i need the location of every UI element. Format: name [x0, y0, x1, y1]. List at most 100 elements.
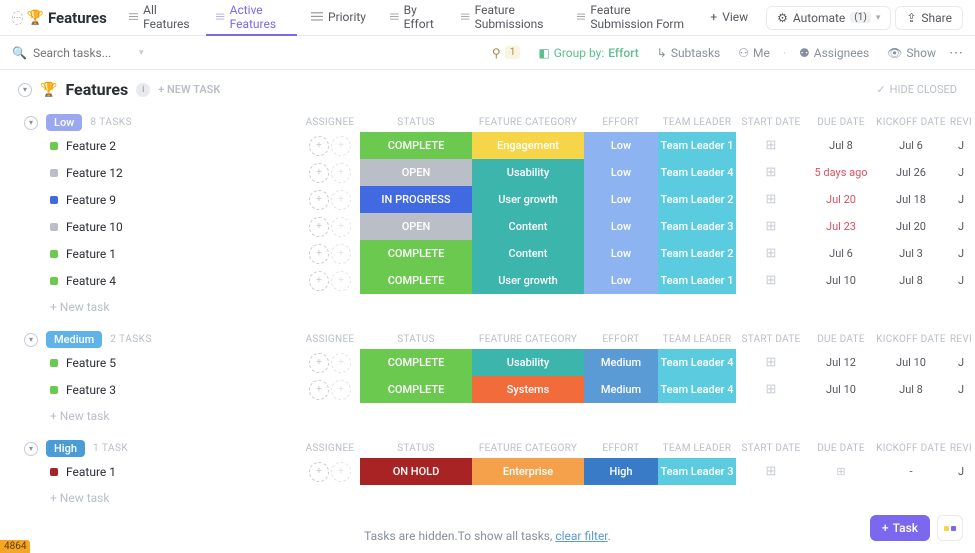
assignee-cell[interactable]: ++: [300, 217, 360, 237]
category-tag[interactable]: Usability: [472, 349, 584, 376]
new-task-row[interactable]: + New task: [0, 485, 975, 511]
leader-tag[interactable]: Team Leader 1: [658, 267, 736, 294]
collapse-button[interactable]: ▾: [24, 442, 38, 456]
avatar-placeholder[interactable]: +: [309, 217, 329, 237]
task-name[interactable]: Feature 1: [66, 465, 116, 479]
task-name[interactable]: Feature 12: [66, 166, 123, 180]
effort-pill[interactable]: High: [46, 440, 85, 457]
calendar-icon[interactable]: ⊞: [736, 192, 806, 207]
kickoff-date[interactable]: Jul 3: [876, 247, 946, 260]
assignee-cell[interactable]: ++: [300, 271, 360, 291]
collapse-all-button[interactable]: ▾: [18, 83, 32, 97]
list-settings-icon[interactable]: ⋯: [12, 11, 23, 25]
info-icon[interactable]: i: [136, 83, 150, 97]
avatar-placeholder[interactable]: +: [309, 462, 329, 482]
table-row[interactable]: Feature 2++COMPLETEEngagementLowTeam Lea…: [0, 132, 975, 159]
review-date[interactable]: J: [946, 166, 975, 179]
filter-button[interactable]: ⚲ 1: [487, 44, 525, 62]
tab-feature-submissions[interactable]: Feature Submissions: [451, 0, 563, 36]
effort-tag[interactable]: Low: [584, 267, 658, 294]
effort-tag[interactable]: Low: [584, 132, 658, 159]
avatar-placeholder[interactable]: +: [309, 136, 329, 156]
avatar-placeholder[interactable]: +: [331, 190, 351, 210]
category-tag[interactable]: Content: [472, 240, 584, 267]
kickoff-date[interactable]: Jul 20: [876, 220, 946, 233]
avatar-placeholder[interactable]: +: [331, 353, 351, 373]
avatar-placeholder[interactable]: +: [309, 244, 329, 264]
status-tag[interactable]: ON HOLD: [360, 458, 472, 485]
avatar-placeholder[interactable]: +: [309, 380, 329, 400]
table-row[interactable]: Feature 1++ON HOLDEnterpriseHighTeam Lea…: [0, 458, 975, 485]
leader-tag[interactable]: Team Leader 3: [658, 458, 736, 485]
leader-tag[interactable]: Team Leader 2: [658, 240, 736, 267]
review-date[interactable]: J: [946, 193, 975, 206]
leader-tag[interactable]: Team Leader 4: [658, 159, 736, 186]
calendar-icon[interactable]: ⊞: [736, 273, 806, 288]
effort-tag[interactable]: Low: [584, 240, 658, 267]
kickoff-date[interactable]: Jul 6: [876, 139, 946, 152]
due-date[interactable]: Jul 10: [806, 274, 876, 287]
collapse-button[interactable]: ▾: [24, 116, 38, 130]
task-name[interactable]: Feature 5: [66, 356, 116, 370]
effort-pill[interactable]: Low: [46, 114, 82, 131]
task-name[interactable]: Feature 2: [66, 139, 116, 153]
status-tag[interactable]: COMPLETE: [360, 240, 472, 267]
due-date[interactable]: ⊞: [806, 465, 876, 478]
task-fab-button[interactable]: + Task: [870, 515, 930, 541]
tab-feature-submission-form[interactable]: Feature Submission Form: [567, 0, 696, 36]
status-tag[interactable]: COMPLETE: [360, 267, 472, 294]
clear-filter-link[interactable]: clear filter: [555, 529, 607, 543]
group-by-button[interactable]: ◧ Group by: Effort: [533, 44, 643, 62]
assignee-cell[interactable]: ++: [300, 244, 360, 264]
effort-tag[interactable]: Low: [584, 159, 658, 186]
kickoff-date[interactable]: -: [876, 465, 946, 478]
table-row[interactable]: Feature 5++COMPLETEUsabilityMediumTeam L…: [0, 349, 975, 376]
calendar-icon[interactable]: ⊞: [736, 165, 806, 180]
tab-active-features[interactable]: Active Features: [206, 0, 297, 36]
effort-tag[interactable]: High: [584, 458, 658, 485]
calendar-icon[interactable]: ⊞: [736, 246, 806, 261]
avatar-placeholder[interactable]: +: [331, 462, 351, 482]
status-tag[interactable]: COMPLETE: [360, 349, 472, 376]
table-row[interactable]: Feature 10++OPENContentLowTeam Leader 3⊞…: [0, 213, 975, 240]
table-row[interactable]: Feature 9 ++ IN PROGRESSUser growthLowTeam…: [0, 186, 975, 213]
me-button[interactable]: ⚇ Me: [733, 44, 775, 62]
new-task-row[interactable]: + New task: [0, 403, 975, 429]
due-date[interactable]: Jul 8: [806, 139, 876, 152]
table-row[interactable]: Feature 3++COMPLETESystemsMediumTeam Lea…: [0, 376, 975, 403]
leader-tag[interactable]: Team Leader 4: [658, 376, 736, 403]
review-date[interactable]: J: [946, 139, 975, 152]
avatar-placeholder[interactable]: +: [331, 163, 351, 183]
kickoff-date[interactable]: Jul 18: [876, 193, 946, 206]
review-date[interactable]: J: [946, 465, 975, 478]
category-tag[interactable]: User growth: [472, 186, 584, 213]
search-input[interactable]: [33, 46, 133, 60]
leader-tag[interactable]: Team Leader 1: [658, 132, 736, 159]
chevron-down-icon[interactable]: ▾: [139, 48, 144, 58]
due-date[interactable]: Jul 23: [806, 220, 876, 233]
tab-by-effort[interactable]: By Effort: [380, 0, 447, 36]
due-date[interactable]: Jul 20: [806, 193, 876, 206]
status-tag[interactable]: COMPLETE: [360, 376, 472, 403]
table-row[interactable]: Feature 4++COMPLETEUser growthLowTeam Le…: [0, 267, 975, 294]
status-tag[interactable]: IN PROGRESS: [360, 186, 472, 213]
category-tag[interactable]: Usability: [472, 159, 584, 186]
effort-tag[interactable]: Medium: [584, 349, 658, 376]
assignee-cell[interactable]: ++: [300, 163, 360, 183]
effort-tag[interactable]: Low: [584, 186, 658, 213]
calendar-icon[interactable]: ⊞: [736, 138, 806, 153]
leader-tag[interactable]: Team Leader 3: [658, 213, 736, 240]
table-row[interactable]: Feature 12++OPENUsabilityLowTeam Leader …: [0, 159, 975, 186]
new-task-link[interactable]: + NEW TASK: [158, 83, 220, 96]
category-tag[interactable]: User growth: [472, 267, 584, 294]
leader-tag[interactable]: Team Leader 2: [658, 186, 736, 213]
apps-fab-button[interactable]: [937, 515, 963, 541]
effort-pill[interactable]: Medium: [46, 331, 102, 348]
avatar-placeholder[interactable]: +: [331, 380, 351, 400]
collapse-button[interactable]: ▾: [24, 333, 38, 347]
share-button[interactable]: ⇪ Share: [895, 6, 963, 30]
calendar-icon[interactable]: ⊞: [736, 382, 806, 397]
avatar-placeholder[interactable]: +: [309, 190, 329, 210]
task-name[interactable]: Feature 1: [66, 247, 116, 261]
task-name[interactable]: Feature 9: [66, 193, 116, 207]
